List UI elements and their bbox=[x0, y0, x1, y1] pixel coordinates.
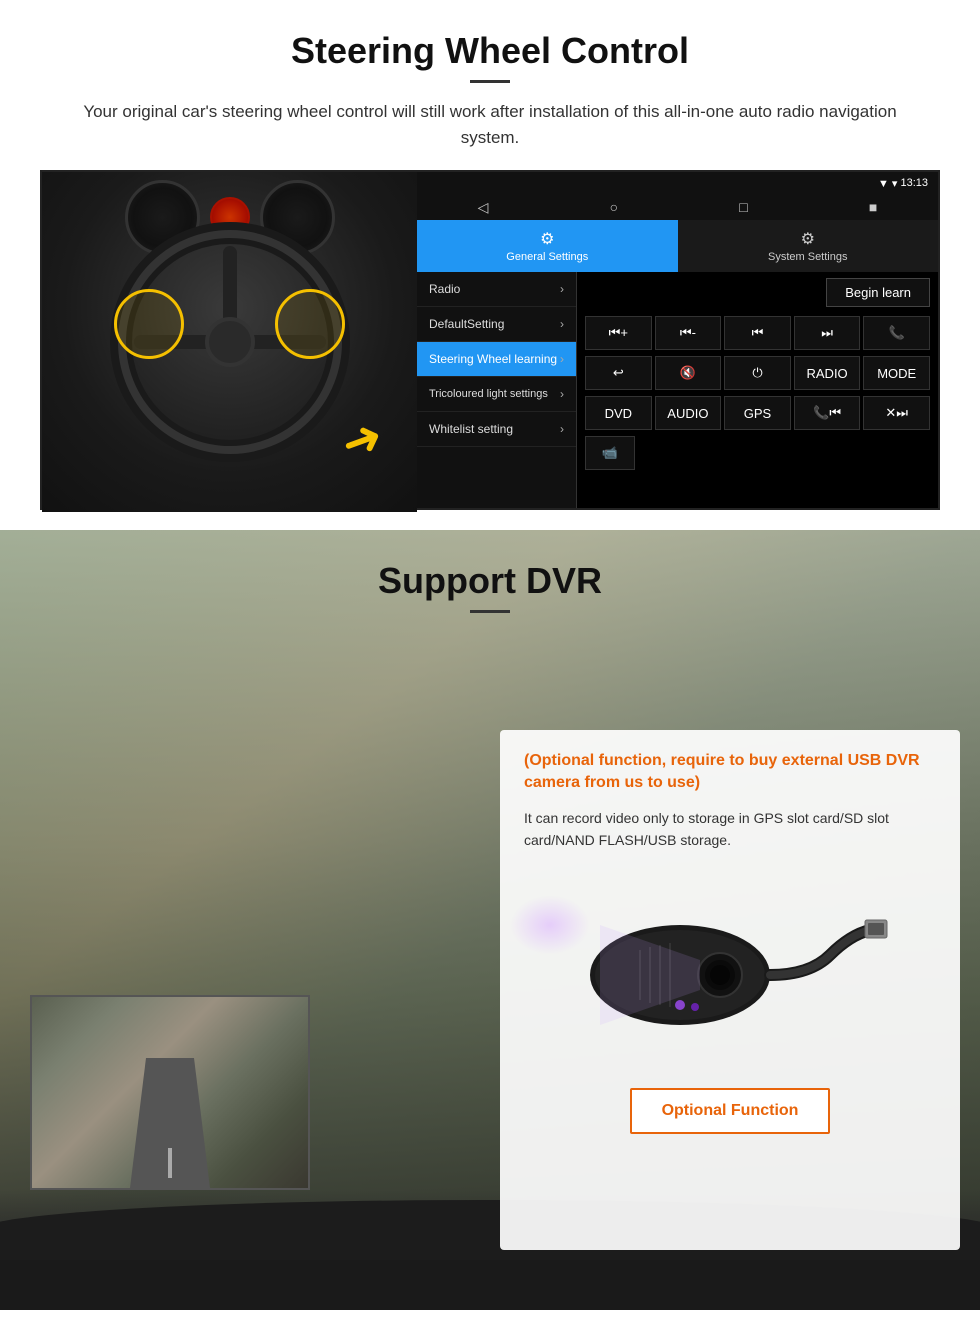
tab-general-settings[interactable]: ⚙ General Settings bbox=[417, 220, 678, 272]
control-panel: Begin learn ⏮+ ⏮- ⏮ ⏭ 📞 ↩ 🔇 ⏻ bbox=[577, 272, 938, 508]
steering-wheel-photo bbox=[42, 172, 417, 512]
general-settings-icon: ⚙ bbox=[540, 229, 554, 249]
page-title: Steering Wheel Control bbox=[40, 30, 940, 72]
sw-right-button-highlight bbox=[275, 289, 345, 359]
dvr-thumb-scene bbox=[32, 997, 308, 1188]
thumb-road bbox=[130, 1058, 210, 1188]
radio-button[interactable]: RADIO bbox=[794, 356, 861, 390]
recents-button[interactable]: □ bbox=[739, 199, 747, 215]
back-call-button[interactable]: ↩ bbox=[585, 356, 652, 390]
sw-left-button-highlight bbox=[114, 289, 184, 359]
dvr-button[interactable]: 📹 bbox=[585, 436, 635, 470]
yellow-arrow-icon bbox=[327, 412, 397, 462]
media-controls-row2: ↩ 🔇 ⏻ RADIO MODE bbox=[577, 353, 938, 393]
android-nav-bar: ◁ ○ □ ■ bbox=[417, 194, 938, 220]
mode-button[interactable]: MODE bbox=[863, 356, 930, 390]
dvr-camera-thumbnail bbox=[30, 995, 310, 1190]
signal-icon: ▼ ▾ bbox=[878, 177, 897, 190]
steering-wheel-illustration bbox=[110, 222, 350, 462]
next-track-button[interactable]: ⏭ bbox=[794, 316, 861, 350]
menu-item-whitelist[interactable]: Whitelist setting › bbox=[417, 412, 576, 447]
media-controls-row3: DVD AUDIO GPS 📞⏮ ✕⏭ bbox=[577, 393, 938, 433]
menu-item-default-setting[interactable]: DefaultSetting › bbox=[417, 307, 576, 342]
android-settings-panel: ▼ ▾ 13:13 ◁ ○ □ ■ ⚙ General Settings ⚙ S… bbox=[417, 172, 938, 508]
title-divider bbox=[470, 80, 510, 83]
gps-button[interactable]: GPS bbox=[724, 396, 791, 430]
dvd-button[interactable]: DVD bbox=[585, 396, 652, 430]
call-prev-button[interactable]: 📞⏮ bbox=[794, 396, 861, 430]
system-settings-icon: ⚙ bbox=[801, 229, 815, 249]
media-controls-row1: ⏮+ ⏮- ⏮ ⏭ 📞 bbox=[577, 313, 938, 353]
menu-item-radio[interactable]: Radio › bbox=[417, 272, 576, 307]
media-controls-row4: 📹 bbox=[577, 433, 938, 473]
clock: 13:13 bbox=[900, 177, 928, 189]
mute-button[interactable]: 🔇 bbox=[655, 356, 722, 390]
dvr-description: It can record video only to storage in G… bbox=[524, 807, 936, 852]
call-button[interactable]: 📞 bbox=[863, 316, 930, 350]
chevron-right-icon: › bbox=[560, 317, 564, 331]
dvr-info-card: (Optional function, require to buy exter… bbox=[500, 730, 960, 1250]
back-button[interactable]: ◁ bbox=[478, 199, 489, 216]
tab-system-settings[interactable]: ⚙ System Settings bbox=[678, 220, 939, 272]
android-ui-mockup: ▼ ▾ 13:13 ◁ ○ □ ■ ⚙ General Settings ⚙ S… bbox=[40, 170, 940, 510]
vol-up-button[interactable]: ⏮+ bbox=[585, 316, 652, 350]
section-subtitle: Your original car's steering wheel contr… bbox=[80, 99, 900, 150]
dvr-camera-image bbox=[524, 868, 936, 1068]
menu-button[interactable]: ■ bbox=[869, 199, 877, 215]
section-steering-wheel: Steering Wheel Control Your original car… bbox=[0, 0, 980, 530]
dvr-title-divider bbox=[470, 610, 510, 613]
dvr-section-title: Support DVR bbox=[0, 560, 980, 602]
chevron-right-icon: › bbox=[560, 387, 564, 401]
begin-learn-row: Begin learn bbox=[577, 272, 938, 313]
tab-general-label: General Settings bbox=[506, 251, 588, 263]
prev-track-button[interactable]: ⏮ bbox=[724, 316, 791, 350]
menu-item-steering-wheel[interactable]: Steering Wheel learning › bbox=[417, 342, 576, 377]
settings-content-area: Radio › DefaultSetting › Steering Wheel … bbox=[417, 272, 938, 508]
dvr-optional-notice: (Optional function, require to buy exter… bbox=[524, 750, 936, 795]
section-dvr: Support DVR (Optional function, require … bbox=[0, 530, 980, 1310]
begin-learn-button[interactable]: Begin learn bbox=[826, 278, 930, 307]
menu-item-tricoloured[interactable]: Tricoloured light settings › bbox=[417, 377, 576, 412]
dvr-camera-svg bbox=[570, 875, 890, 1055]
home-button[interactable]: ○ bbox=[610, 199, 618, 215]
audio-button[interactable]: AUDIO bbox=[655, 396, 722, 430]
power-button[interactable]: ⏻ bbox=[724, 356, 791, 390]
optional-function-button[interactable]: Optional Function bbox=[630, 1088, 830, 1134]
camera-device bbox=[570, 875, 890, 1060]
sw-hub bbox=[205, 317, 255, 367]
dvr-title-block: Support DVR bbox=[0, 530, 980, 623]
camera-assembly bbox=[570, 875, 890, 1060]
settings-menu: Radio › DefaultSetting › Steering Wheel … bbox=[417, 272, 577, 508]
vol-down-button[interactable]: ⏮- bbox=[655, 316, 722, 350]
android-status-bar: ▼ ▾ 13:13 bbox=[417, 172, 938, 194]
settings-tab-bar: ⚙ General Settings ⚙ System Settings bbox=[417, 220, 938, 272]
tab-system-label: System Settings bbox=[768, 251, 847, 263]
chevron-right-icon: › bbox=[560, 422, 564, 436]
mute-next-button[interactable]: ✕⏭ bbox=[863, 396, 930, 430]
chevron-right-icon: › bbox=[560, 352, 564, 366]
chevron-right-icon: › bbox=[560, 282, 564, 296]
